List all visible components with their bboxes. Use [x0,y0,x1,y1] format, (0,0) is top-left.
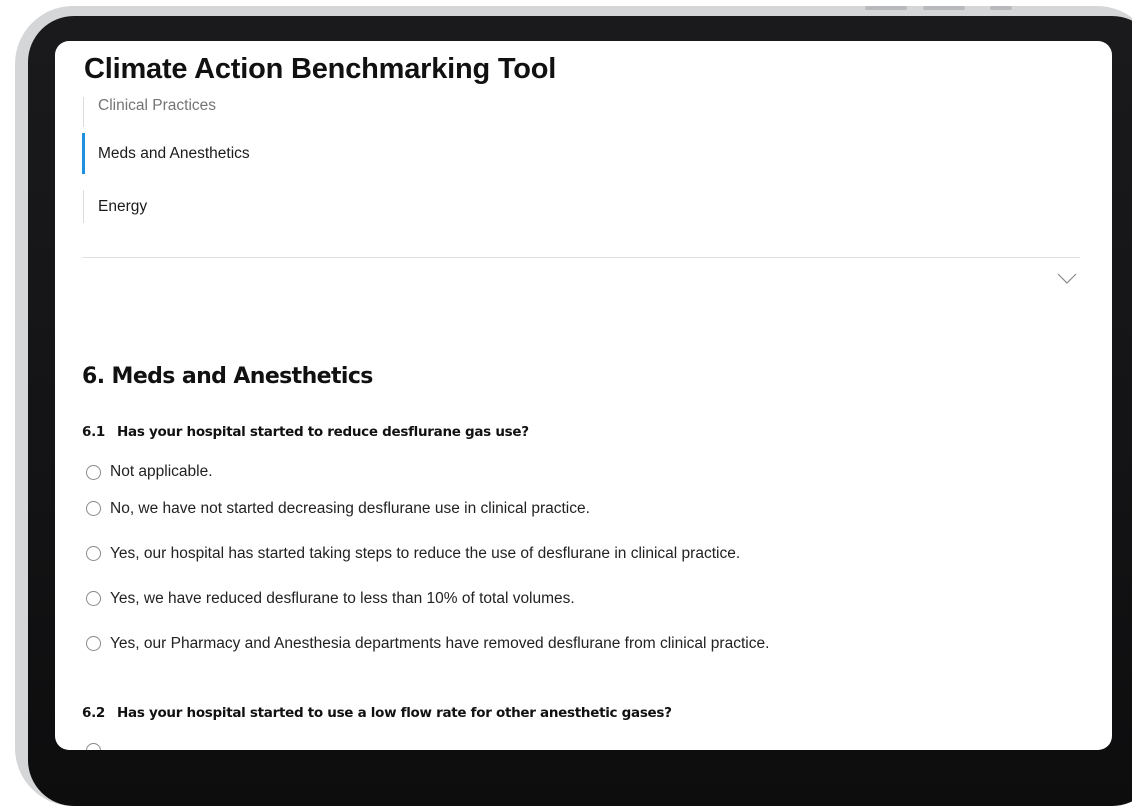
radio-option[interactable]: Yes, we have reduced desflurane to less … [86,576,769,621]
subnav-item-label: Energy [98,197,148,215]
question-6-1: 6.1 Has your hospital started to reduce d… [82,424,529,440]
radio-button[interactable] [86,743,101,750]
radio-option-label: Yes, our Pharmacy and Anesthesia departm… [110,634,770,652]
radio-option-label: Not applicable. [110,463,213,480]
app-title: Climate Action Benchmarking Tool [84,53,557,85]
hardware-button [923,6,965,10]
section-title: 6. Meds and Anesthetics [82,364,373,389]
chevron-down-icon[interactable] [1057,273,1077,285]
question-6-2: 6.2 Has your hospital started to use a lo… [82,705,672,721]
question-number: 6.1 [82,424,106,440]
divider [82,257,1080,258]
subnav-item-meds-and-anesthetics[interactable]: Meds and Anesthetics [82,127,1082,180]
radio-option[interactable]: No, we have not started decreasing desfl… [86,486,769,531]
radio-option[interactable]: Not applicable. [86,458,769,486]
question-number: 6.2 [82,705,106,721]
radio-button[interactable] [86,501,101,516]
radio-option[interactable]: Yes, our Pharmacy and Anesthesia departm… [86,621,769,666]
radio-button[interactable] [86,464,101,480]
radio-button[interactable] [86,636,101,651]
app-screen: Climate Action Benchmarking Tool Clinica… [55,41,1112,750]
radio-button[interactable] [86,591,101,606]
subnav-item-label: Clinical Practices [98,97,217,114]
radio-option[interactable]: Yes, our hospital has started taking ste… [86,531,769,576]
question-text: Has your hospital started to use a low f… [117,705,672,721]
radio-group-6-1: Not applicable. No, we have not started … [86,458,769,666]
section-subnav: Clinical Practices Meds and Anesthetics … [82,97,1082,233]
subnav-item-energy[interactable]: Energy [82,180,1082,233]
radio-option-label: No, we have not started decreasing desfl… [110,499,590,517]
radio-option-label: Yes, our hospital has started taking ste… [110,544,741,562]
subnav-item-clinical-practices[interactable]: Clinical Practices [82,97,1082,127]
hardware-button [865,6,907,10]
radio-option-label: Yes, we have reduced desflurane to less … [110,589,575,607]
subnav-item-label: Meds and Anesthetics [98,144,250,162]
radio-button[interactable] [86,546,101,561]
hardware-button [990,6,1012,10]
question-text: Has your hospital started to reduce desf… [117,424,529,440]
